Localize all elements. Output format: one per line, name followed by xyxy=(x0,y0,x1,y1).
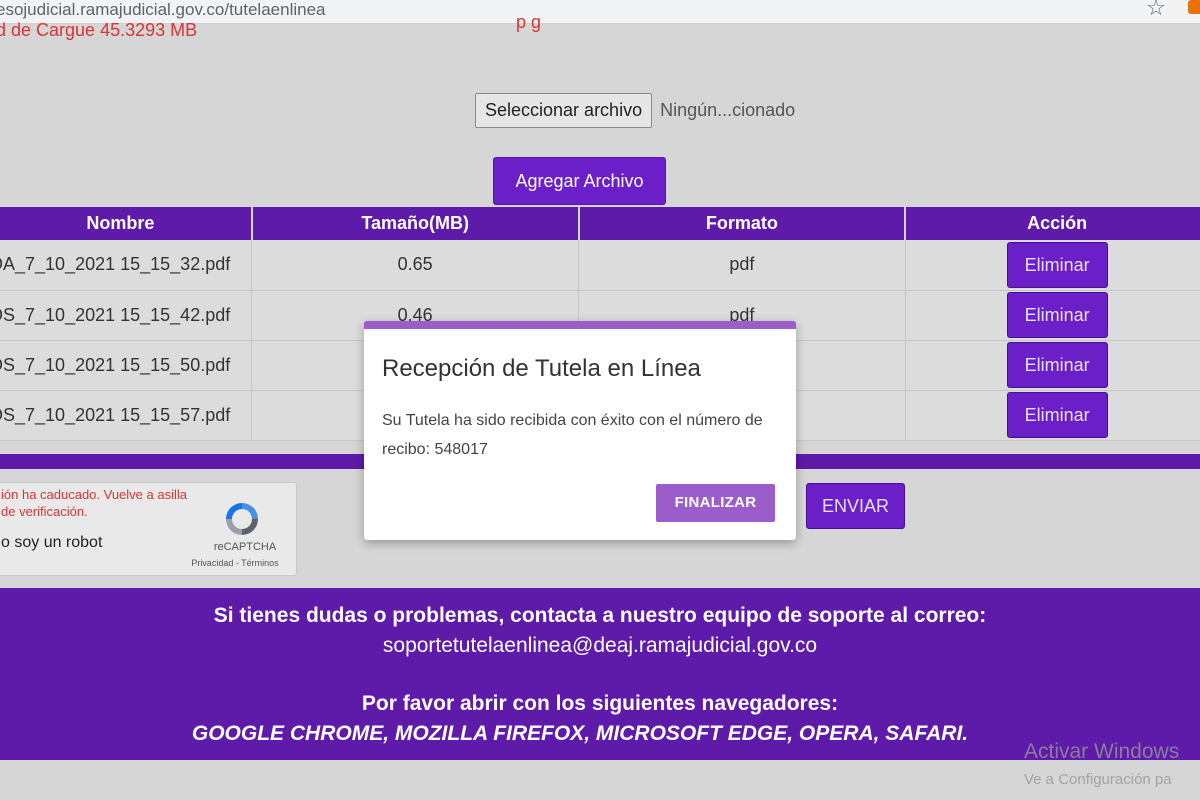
no-file-selected-label: Ningún...cionado xyxy=(660,100,796,120)
captcha-links[interactable]: Privacidad - Términos xyxy=(185,558,285,568)
table-row: DA_7_10_2021 15_15_32.pdf 0.65 pdf Elimi… xyxy=(0,240,1200,291)
file-chooser: Seleccionar archivo Ningún...cionado xyxy=(475,93,795,128)
action-cell: Eliminar xyxy=(905,290,1200,341)
browsers-title: Por favor abrir con los siguientes naveg… xyxy=(361,692,839,715)
support-text: Si tienes dudas o problemas, contacta a … xyxy=(213,604,987,627)
recaptcha-logo-icon xyxy=(226,503,258,535)
file-name: DS_7_10_2021 15_15_57.pdf xyxy=(0,390,253,441)
confirmation-modal: Recepción de Tutela en Línea Su Tutela h… xyxy=(364,321,796,540)
file-name: DA_7_10_2021 15_15_32.pdf xyxy=(0,240,253,291)
recaptcha-widget[interactable]: ión ha caducado. Vuelve a asilla de veri… xyxy=(0,482,297,576)
header-format: Formato xyxy=(578,207,907,240)
modal-title: Recepción de Tutela en Línea xyxy=(382,355,701,382)
action-cell: Eliminar xyxy=(905,340,1200,391)
windows-activation-subtext: Ve a Configuración pa xyxy=(1024,771,1172,788)
delete-button[interactable]: Eliminar xyxy=(1006,392,1108,438)
delete-button[interactable]: Eliminar xyxy=(1006,342,1108,388)
file-name: DS_7_10_2021 15_15_50.pdf xyxy=(0,340,253,391)
browsers-list: GOOGLE CHROME, MOZILLA FIREFOX, MICROSOF… xyxy=(191,722,969,745)
support-banner: Si tienes dudas o problemas, contacta a … xyxy=(0,588,1200,760)
add-file-button[interactable]: Agregar Archivo xyxy=(493,157,666,205)
captcha-error-text: ión ha caducado. Vuelve a asilla de veri… xyxy=(1,487,187,519)
select-file-button[interactable]: Seleccionar archivo xyxy=(475,93,653,128)
header-size: Tamaño(MB) xyxy=(251,207,580,240)
upload-limit-text: d de Cargue 45.3293 MB xyxy=(0,20,198,40)
captcha-label[interactable]: o soy un robot xyxy=(1,534,102,552)
windows-activation-watermark: Activar Windows xyxy=(1024,740,1180,763)
send-button[interactable]: ENVIAR xyxy=(806,483,905,529)
file-name: DS_7_10_2021 15_15_42.pdf xyxy=(0,290,253,341)
file-size: 0.65 xyxy=(251,240,580,291)
action-cell: Eliminar xyxy=(905,390,1200,441)
file-format: pdf xyxy=(578,240,906,291)
support-email[interactable]: soportetutelaenlinea@deaj.ramajudicial.g… xyxy=(0,634,1200,658)
red-notice-fragment: p g xyxy=(516,12,542,32)
action-cell: Eliminar xyxy=(905,240,1200,291)
header-name: Nombre xyxy=(0,207,253,240)
url-text[interactable]: esojudicial.ramajudicial.gov.co/tutelaen… xyxy=(0,0,326,20)
header-action: Acción xyxy=(905,207,1200,240)
table-header-row: Nombre Tamaño(MB) Formato Acción xyxy=(0,207,1200,240)
finish-button[interactable]: FINALIZAR xyxy=(656,484,775,522)
extension-icon[interactable] xyxy=(1188,0,1200,14)
delete-button[interactable]: Eliminar xyxy=(1006,241,1108,288)
delete-button[interactable]: Eliminar xyxy=(1006,292,1108,338)
captcha-brand: reCAPTCHA xyxy=(213,541,277,553)
modal-body: Su Tutela ha sido recibida con éxito con… xyxy=(382,412,763,458)
bookmark-star-icon[interactable]: ☆ xyxy=(1144,0,1168,20)
